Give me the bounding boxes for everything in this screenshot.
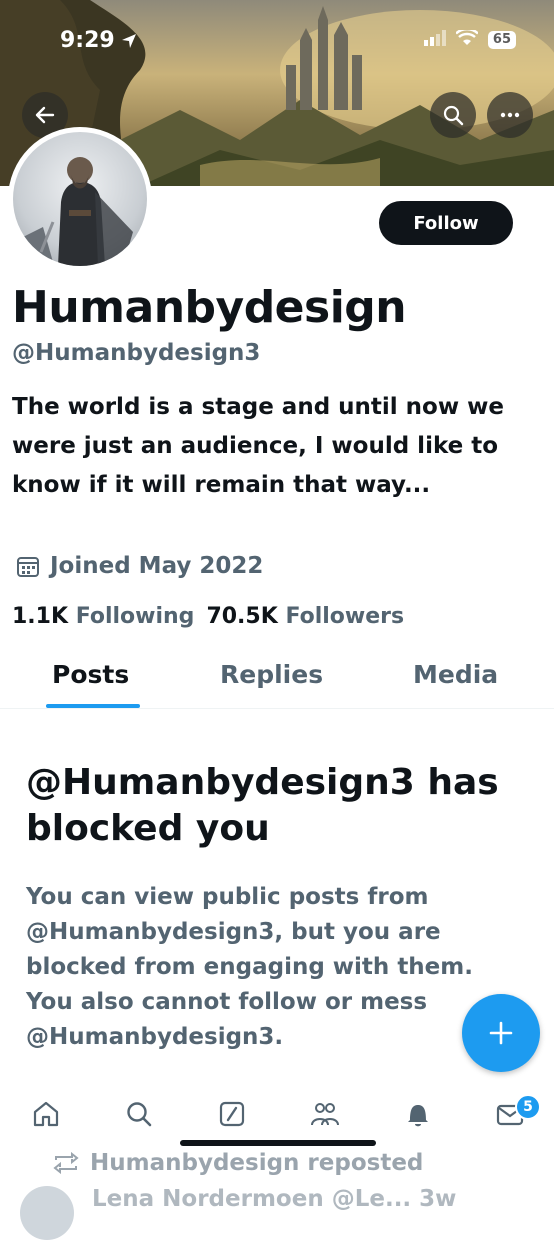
home-indicator <box>180 1140 376 1146</box>
blocked-title: @Humanbydesign3 has blocked you <box>26 762 499 849</box>
followers-link[interactable]: 70.5K Followers <box>206 604 404 629</box>
repost-indicator: Humanbydesign reposted <box>52 1150 423 1176</box>
back-arrow-icon <box>35 106 55 124</box>
tab-media[interactable]: Media <box>413 660 498 689</box>
avatar-image <box>13 157 133 266</box>
repost-icon <box>53 1152 79 1174</box>
home-icon[interactable] <box>32 1100 60 1132</box>
search-button[interactable] <box>430 92 476 138</box>
grok-icon[interactable] <box>218 1100 246 1132</box>
signal-icon <box>423 30 446 50</box>
more-icon <box>500 112 520 118</box>
joined-date: Joined May 2022 <box>16 553 263 579</box>
location-arrow-icon <box>120 32 138 54</box>
tab-divider <box>0 708 554 709</box>
blocked-message: You can view public posts from @Humanbyd… <box>26 884 473 1050</box>
profile-bio: The world is a stage and until now we we… <box>12 394 504 498</box>
messages-badge: 5 <box>515 1094 541 1120</box>
compose-button[interactable] <box>462 994 540 1072</box>
followers-label: Followers <box>285 604 405 629</box>
repost-text: Humanbydesign reposted <box>90 1150 424 1176</box>
following-label: Following <box>75 604 195 629</box>
post-author[interactable]: Lena Nordermoen @Le... 3w <box>92 1186 456 1212</box>
profile-handle: @Humanbydesign3 <box>12 340 261 366</box>
follow-stats: 1.1K Following 70.5K Followers <box>12 604 404 629</box>
wifi-icon <box>455 27 479 50</box>
communities-icon[interactable] <box>310 1100 340 1132</box>
followers-count: 70.5K <box>206 604 278 629</box>
following-count: 1.1K <box>12 604 69 629</box>
display-name: Humanbydesign <box>12 282 407 333</box>
more-options-button[interactable] <box>487 92 533 138</box>
following-link[interactable]: 1.1K Following <box>12 604 194 629</box>
joined-text: Joined May 2022 <box>50 553 264 579</box>
battery-indicator: 65 <box>487 31 516 49</box>
avatar[interactable] <box>8 127 152 271</box>
calendar-icon <box>17 557 39 577</box>
status-time: 9:29 <box>60 28 115 53</box>
follow-button[interactable]: Follow <box>379 201 513 245</box>
plus-icon <box>489 1021 513 1045</box>
tab-replies[interactable]: Replies <box>220 660 323 689</box>
status-indicators: 65 <box>423 27 516 50</box>
search-icon <box>443 105 464 126</box>
notifications-icon[interactable] <box>404 1100 432 1132</box>
tab-posts[interactable]: Posts <box>52 660 129 689</box>
post-author-avatar[interactable] <box>20 1186 74 1240</box>
search-icon[interactable] <box>125 1100 153 1132</box>
